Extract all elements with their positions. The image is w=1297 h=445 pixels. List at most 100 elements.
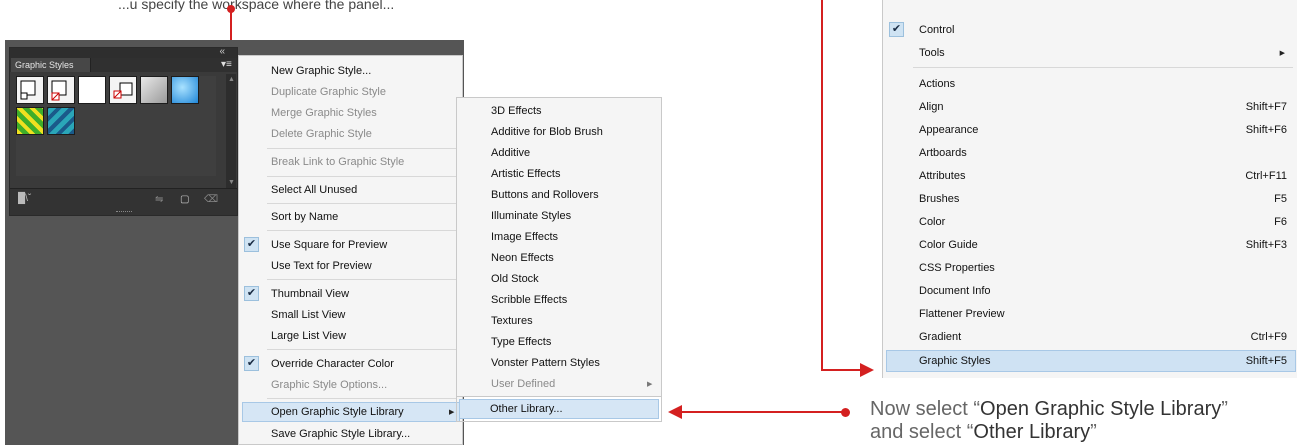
panel-scrollbar[interactable]: ▲ ▼ [226, 74, 236, 188]
menu-separator [267, 279, 457, 280]
caption-strong-2: Other Library [973, 421, 1091, 443]
submenu-item-old-stock[interactable]: Old Stock [491, 273, 539, 285]
menu-item-thumbnail-view[interactable]: Thumbnail View [271, 288, 349, 300]
caption-prefix: Now select “ [870, 398, 981, 420]
style-thumbnail-none-fill[interactable] [47, 76, 75, 104]
tab-graphic-styles[interactable]: Graphic Styles [11, 58, 91, 72]
window-item-artboards[interactable]: Artboards [919, 147, 967, 159]
submenu-item-type-effects[interactable]: Type Effects [491, 336, 551, 348]
window-item-brushes[interactable]: Brushes [919, 193, 959, 205]
shortcut-brushes: F5 [1274, 193, 1287, 205]
window-item-attributes[interactable]: Attributes [919, 170, 965, 182]
submenu-item-additive[interactable]: Additive [491, 147, 530, 159]
window-item-control[interactable]: Control [919, 24, 954, 36]
menu-separator [267, 176, 457, 177]
panel-tab-bar: Graphic Styles ▾≡ [10, 58, 237, 72]
shortcut-gradient: Ctrl+F9 [1250, 331, 1287, 343]
menu-item-use-square-preview[interactable]: Use Square for Preview [271, 239, 387, 251]
window-item-flattener-preview[interactable]: Flattener Preview [919, 308, 1005, 320]
style-thumbnail-none-stroke[interactable] [109, 76, 137, 104]
new-style-icon[interactable]: ▢ [180, 194, 189, 205]
submenu-arrow-icon: ▶ [1279, 50, 1285, 57]
submenu-item-scribble-effects[interactable]: Scribble Effects [491, 294, 567, 306]
menu-separator [267, 230, 457, 231]
window-item-appearance[interactable]: Appearance [919, 124, 978, 136]
annotation-line-other-library [680, 411, 843, 413]
menu-item-new-graphic-style[interactable]: New Graphic Style... [271, 65, 371, 77]
break-link-icon[interactable]: ⇋ [155, 194, 163, 205]
submenu-item-buttons-rollovers[interactable]: Buttons and Rollovers [491, 189, 599, 201]
window-item-document-info[interactable]: Document Info [919, 285, 991, 297]
shortcut-align: Shift+F7 [1245, 101, 1287, 113]
window-item-graphic-styles[interactable]: Graphic Styles [919, 355, 991, 367]
menu-item-sort-by-name[interactable]: Sort by Name [271, 211, 338, 223]
style-thumbnail-gray-gradient[interactable] [140, 76, 168, 104]
style-thumbnail-default[interactable] [16, 76, 44, 104]
window-menu: ✔ Control Tools ▶ Actions Align Shift+F7… [882, 0, 1297, 378]
menu-item-duplicate: Duplicate Graphic Style [271, 86, 386, 98]
annotation-dot-caption [841, 408, 850, 417]
trash-icon[interactable]: ⌫ [204, 194, 218, 205]
annotation-line-window-h [821, 369, 865, 371]
menu-separator [267, 203, 457, 204]
window-item-color-guide[interactable]: Color Guide [919, 239, 978, 251]
menu-item-large-list-view[interactable]: Large List View [271, 330, 346, 342]
styles-thumbnail-grid [16, 76, 216, 176]
submenu-item-illuminate-styles[interactable]: Illuminate Styles [491, 210, 571, 222]
menu-separator [267, 148, 457, 149]
panel-menu-button[interactable]: ▾≡ [221, 59, 233, 70]
shortcut-attributes: Ctrl+F11 [1245, 170, 1287, 182]
panel-bottom-bar: █\ˇ ⇋ ▢ ⌫ [10, 188, 237, 215]
check-icon: ✔ [889, 22, 904, 37]
submenu-item-image-effects[interactable]: Image Effects [491, 231, 558, 243]
menu-separator [267, 398, 457, 399]
menu-item-merge: Merge Graphic Styles [271, 107, 377, 119]
submenu-arrow-icon: ▶ [449, 409, 455, 416]
submenu-item-3d-effects[interactable]: 3D Effects [491, 105, 542, 117]
menu-item-open-graphic-style-library[interactable]: Open Graphic Style Library [271, 406, 404, 418]
menu-separator [267, 349, 457, 350]
window-item-align[interactable]: Align [919, 101, 943, 113]
scroll-up-icon[interactable]: ▲ [228, 76, 235, 83]
style-thumbnail-white[interactable] [78, 76, 106, 104]
style-thumbnail-blue-gradient[interactable] [171, 76, 199, 104]
check-icon: ✔ [244, 356, 259, 371]
annotation-line-window-v [821, 0, 823, 371]
window-item-gradient[interactable]: Gradient [919, 331, 961, 343]
check-icon: ✔ [244, 237, 259, 252]
shortcut-graphic-styles: Shift+F5 [1245, 355, 1287, 367]
window-item-actions[interactable]: Actions [919, 78, 955, 90]
library-menu-icon[interactable]: █\ˇ [18, 193, 31, 204]
instruction-caption: Now select “Open Graphic Style Library” … [870, 398, 1228, 444]
panel-header-strip: « [10, 46, 237, 58]
submenu-item-vonster-pattern[interactable]: Vonster Pattern Styles [491, 357, 600, 369]
submenu-item-textures[interactable]: Textures [491, 315, 533, 327]
menu-item-save-graphic-style-library[interactable]: Save Graphic Style Library... [271, 428, 410, 440]
library-submenu: 3D Effects Additive for Blob Brush Addit… [456, 97, 662, 397]
window-item-color[interactable]: Color [919, 216, 945, 228]
submenu-item-additive-blob[interactable]: Additive for Blob Brush [491, 126, 603, 138]
submenu-arrow-icon: ▶ [647, 381, 653, 388]
menu-item-delete: Delete Graphic Style [271, 128, 372, 140]
scroll-down-icon[interactable]: ▼ [228, 179, 235, 186]
menu-item-override-character-color[interactable]: Override Character Color [271, 358, 394, 370]
menu-item-use-text-preview[interactable]: Use Text for Preview [271, 260, 372, 272]
submenu-item-neon-effects[interactable]: Neon Effects [491, 252, 554, 264]
menu-item-select-all-unused[interactable]: Select All Unused [271, 184, 357, 196]
submenu-item-artistic-effects[interactable]: Artistic Effects [491, 168, 560, 180]
collapse-icon[interactable]: « [219, 46, 225, 57]
graphic-styles-panel: « Graphic Styles ▾≡ ▲ ▼ █\ˇ ⇋ ▢ ⌫ [9, 46, 238, 216]
shortcut-appearance: Shift+F6 [1245, 124, 1287, 136]
check-icon: ✔ [244, 286, 259, 301]
caption-line2-suffix: ” [1090, 421, 1097, 443]
menu-item-small-list-view[interactable]: Small List View [271, 309, 345, 321]
window-item-css-properties[interactable]: CSS Properties [919, 262, 995, 274]
style-thumbnail-green-pattern[interactable] [16, 107, 44, 135]
resize-grip[interactable] [116, 211, 132, 215]
menu-separator [913, 67, 1293, 68]
style-thumbnail-teal-pattern[interactable] [47, 107, 75, 135]
caption-line2-prefix: and select “ [870, 421, 974, 443]
shortcut-color-guide: Shift+F3 [1245, 239, 1287, 251]
window-item-tools[interactable]: Tools [919, 47, 945, 59]
shortcut-color: F6 [1274, 216, 1287, 228]
